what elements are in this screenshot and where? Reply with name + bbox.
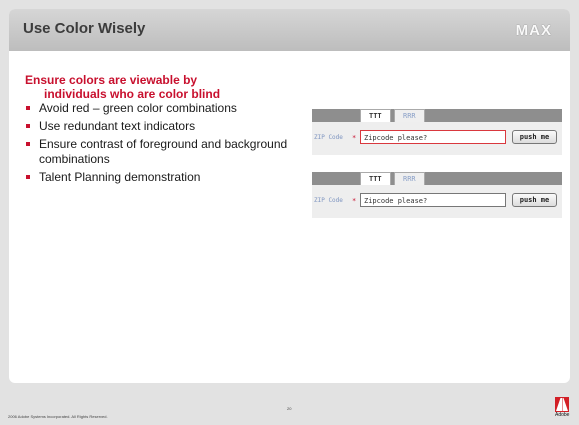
- zip-code-input[interactable]: Zipcode please?: [360, 130, 506, 144]
- demo-form-red: TTT RRR ZIP Code * Zipcode please? push …: [312, 109, 562, 155]
- zip-code-label: ZIP Code: [314, 197, 343, 204]
- push-me-button[interactable]: push me: [512, 130, 557, 144]
- bullet-list: Avoid red – green color combinations Use…: [25, 101, 295, 188]
- form-panel: ZIP Code * Zipcode please? push me: [312, 185, 562, 218]
- bullet-item: Use redundant text indicators: [25, 119, 295, 134]
- demo-form-gray: TTT RRR ZIP Code * Zipcode please? push …: [312, 172, 562, 218]
- copyright-text: 2006 Adobe Systems Incorporated. All Rig…: [8, 414, 108, 419]
- form-panel: ZIP Code * Zipcode please? push me: [312, 122, 562, 155]
- page-number: 20: [287, 406, 292, 411]
- slide: Use Color Wisely MAX Ensure colors are v…: [9, 9, 570, 383]
- required-marker: *: [352, 134, 357, 142]
- tab-ttt[interactable]: TTT: [360, 109, 391, 122]
- bullet-item: Talent Planning demonstration: [25, 170, 295, 185]
- heading-line-1: Ensure colors are viewable by: [25, 73, 198, 87]
- title-bar: Use Color Wisely MAX: [9, 9, 570, 51]
- adobe-logo-icon: [555, 397, 569, 412]
- zip-code-label: ZIP Code: [314, 134, 343, 141]
- bullet-item: Avoid red – green color combinations: [25, 101, 295, 116]
- max-logo: MAX: [515, 22, 552, 39]
- slide-title: Use Color Wisely: [23, 20, 146, 37]
- heading-line-2: individuals who are color blind: [44, 87, 221, 101]
- push-me-button[interactable]: push me: [512, 193, 557, 207]
- slide-heading: Ensure colors are viewable by individual…: [25, 73, 305, 101]
- adobe-logo-text: Adobe: [555, 412, 570, 418]
- zip-code-input[interactable]: Zipcode please?: [360, 193, 506, 207]
- tab-rrr[interactable]: RRR: [394, 172, 425, 185]
- tab-rrr[interactable]: RRR: [394, 109, 425, 122]
- bullet-item: Ensure contrast of foreground and backgr…: [25, 137, 295, 167]
- tab-ttt[interactable]: TTT: [360, 172, 391, 185]
- required-marker: *: [352, 197, 357, 205]
- adobe-logo: Adobe: [555, 397, 569, 419]
